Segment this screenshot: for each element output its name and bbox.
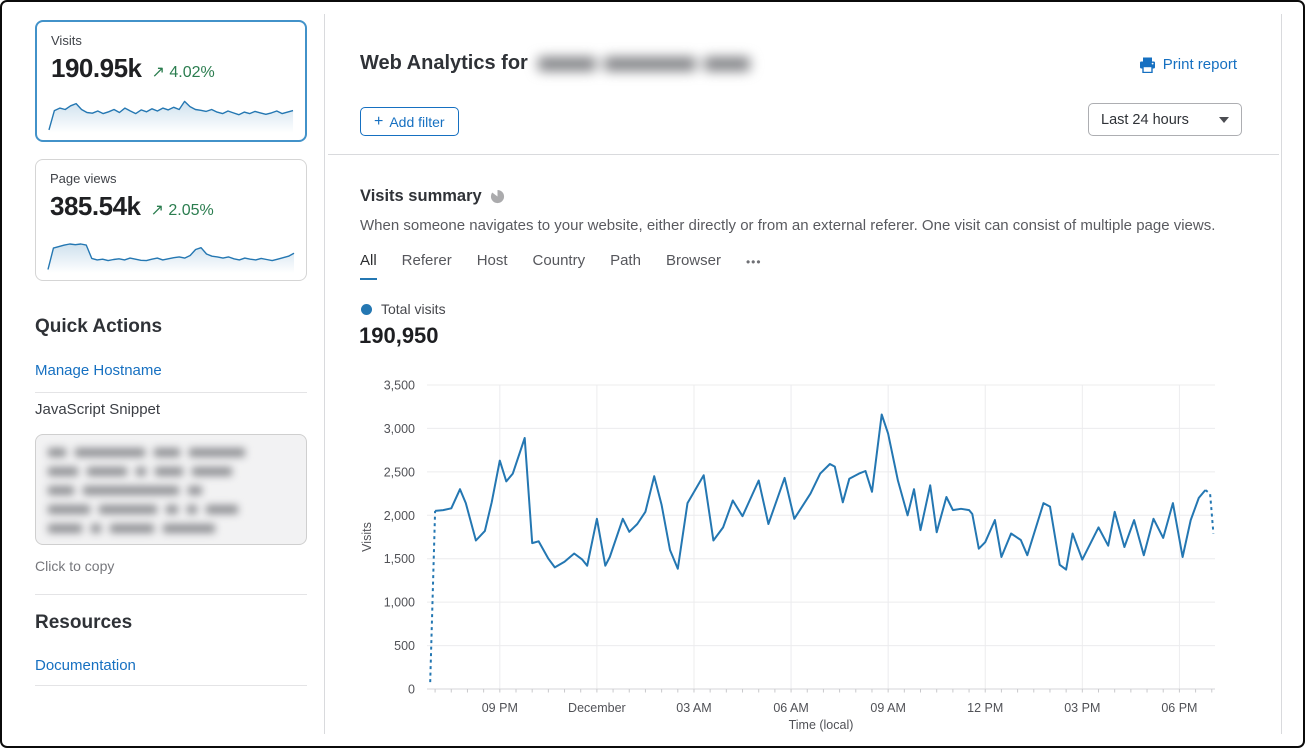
total-visits-value: 190,950 (359, 323, 439, 349)
print-report-label: Print report (1163, 56, 1237, 73)
metric-label: Page views (50, 171, 292, 186)
add-filter-button[interactable]: + Add filter (360, 107, 459, 136)
help-pie-icon[interactable] (490, 189, 505, 204)
metric-label: Visits (51, 33, 291, 48)
svg-text:0: 0 (408, 683, 415, 697)
divider (35, 392, 307, 393)
legend-dot-icon (361, 304, 372, 315)
trend-up-icon: ↗ (151, 64, 164, 81)
chevron-down-icon (1219, 117, 1229, 123)
javascript-snippet-box[interactable] (35, 434, 307, 545)
svg-text:December: December (568, 701, 626, 715)
summary-tabs: All Referer Host Country Path Browser ••… (360, 252, 762, 280)
page-views-sparkline (46, 228, 296, 274)
sidebar-main-divider (324, 14, 325, 734)
svg-text:Time (local): Time (local) (789, 718, 854, 732)
metric-delta: ↗ 2.05% (150, 200, 213, 220)
svg-text:12 PM: 12 PM (967, 701, 1003, 715)
svg-text:Visits: Visits (360, 522, 374, 552)
app-window: Visits 190.95k ↗ 4.02% Page views 385.54… (0, 0, 1305, 748)
svg-text:3,500: 3,500 (384, 379, 415, 393)
svg-text:09 AM: 09 AM (870, 701, 905, 715)
svg-text:1,000: 1,000 (384, 596, 415, 610)
metric-card-page-views[interactable]: Page views 385.54k ↗ 2.05% (35, 159, 307, 281)
redacted-code (36, 435, 306, 545)
trend-up-icon: ↗ (150, 202, 163, 219)
metric-value: 385.54k (50, 191, 140, 222)
divider (35, 685, 307, 686)
svg-text:03 AM: 03 AM (676, 701, 711, 715)
print-report-link[interactable]: Print report (1139, 56, 1237, 73)
svg-text:500: 500 (394, 639, 415, 653)
svg-text:2,000: 2,000 (384, 509, 415, 523)
svg-text:2,500: 2,500 (384, 465, 415, 479)
svg-text:06 PM: 06 PM (1161, 701, 1197, 715)
svg-text:06 AM: 06 AM (773, 701, 808, 715)
svg-text:3,000: 3,000 (384, 422, 415, 436)
content-right-divider (1281, 14, 1282, 734)
header-divider (328, 154, 1279, 155)
tab-host[interactable]: Host (477, 252, 508, 280)
click-to-copy-hint: Click to copy (35, 558, 114, 574)
metric-card-visits[interactable]: Visits 190.95k ↗ 4.02% (35, 20, 307, 142)
plus-icon: + (374, 113, 383, 131)
metric-value: 190.95k (51, 53, 141, 84)
documentation-link[interactable]: Documentation (35, 657, 136, 674)
printer-icon (1139, 57, 1156, 73)
visits-summary-description: When someone navigates to your website, … (360, 217, 1215, 234)
metric-delta: ↗ 4.02% (151, 62, 214, 82)
time-range-dropdown[interactable]: Last 24 hours (1088, 103, 1242, 136)
visits-sparkline (47, 88, 295, 134)
resources-heading: Resources (35, 612, 132, 634)
visits-summary-title: Visits summary (360, 187, 482, 206)
page-title: Web Analytics for (360, 52, 528, 75)
tab-more-ellipsis[interactable]: ••• (746, 252, 762, 280)
chart-legend: Total visits (361, 301, 446, 317)
legend-label: Total visits (381, 301, 446, 317)
svg-text:03 PM: 03 PM (1064, 701, 1100, 715)
quick-actions-heading: Quick Actions (35, 316, 162, 338)
tab-referer[interactable]: Referer (402, 252, 452, 280)
tab-path[interactable]: Path (610, 252, 641, 280)
javascript-snippet-label: JavaScript Snippet (35, 401, 160, 418)
redacted-domain (538, 57, 750, 71)
divider (35, 594, 307, 595)
tab-browser[interactable]: Browser (666, 252, 721, 280)
tab-all[interactable]: All (360, 252, 377, 280)
svg-text:09 PM: 09 PM (482, 701, 518, 715)
manage-hostname-link[interactable]: Manage Hostname (35, 362, 162, 379)
tab-country[interactable]: Country (533, 252, 586, 280)
svg-text:1,500: 1,500 (384, 552, 415, 566)
time-range-value: Last 24 hours (1101, 112, 1189, 128)
visits-line-chart: 0 500 1,000 1,500 2,000 2,500 3,000 3,500 09 PM D… (357, 374, 1237, 747)
